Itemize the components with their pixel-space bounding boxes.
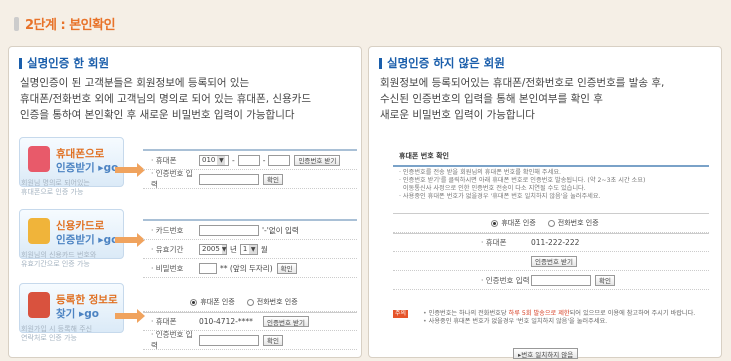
dropdown-arrow-icon: ▼ — [249, 244, 257, 254]
radio-empty-icon — [246, 298, 254, 306]
confirm-button[interactable]: 확인 — [263, 334, 283, 346]
unverified-member-panel: 실명인증 하지 않은 회원 회원정보에 등록되어있는 휴대폰/전화번호로 인증번… — [368, 46, 722, 359]
card-badge-note: 회원님의 신용카드 번호와 유효기간으로 인증 가능 — [21, 251, 97, 268]
request-code-button[interactable]: 인증번호 받기 — [294, 154, 341, 166]
phone-middle-input[interactable] — [237, 154, 260, 166]
phone-check-box: 휴대폰 번호 확인 · 인증번호를 전송 받을 회원님의 휴대폰 번호를 확인해… — [393, 149, 709, 290]
radio-phone-auth[interactable]: 휴대폰 인증 — [190, 297, 235, 307]
credit-card-icon — [28, 218, 50, 244]
card-number-input[interactable] — [199, 224, 259, 236]
arrow-icon — [115, 233, 145, 247]
warning-tag: 주의 — [393, 310, 409, 318]
arrow-icon — [115, 309, 145, 323]
auth-code-input[interactable] — [531, 274, 591, 286]
confirm-button[interactable]: 확인 — [595, 274, 615, 286]
carrier-select[interactable]: 010 ▼ — [199, 154, 229, 166]
request-code-button[interactable]: 인증번호 받기 — [531, 255, 577, 267]
panel-title: 실명인증 한 회원 — [19, 55, 109, 71]
request-code-button[interactable]: 인증번호 받기 — [263, 316, 309, 327]
phone-last-input[interactable] — [268, 154, 291, 166]
number-mismatch-button[interactable]: ▸번호 일치하지 않음 — [513, 348, 579, 359]
step-title: 2단계 : 본인확인 — [25, 18, 116, 33]
dropdown-arrow-icon: ▼ — [221, 244, 227, 254]
box-title: 휴대폰 번호 확인 — [399, 152, 449, 160]
radio-selected-icon — [491, 219, 499, 227]
arrow-icon — [115, 163, 145, 177]
card-password-input[interactable] — [199, 262, 217, 274]
warning-notice: 주의 인증번호는 하나의 전화번호당 하루 5회 발송으로 제한되어 있으므로 … — [393, 310, 695, 326]
phone-badge-note: 회원님 명의로 되어있는 휴대폰으로 인증 가능 — [21, 179, 90, 196]
registered-phone-value: 010-4712-**** — [199, 317, 253, 326]
radio-tel-auth[interactable]: 전화번호 인증 — [547, 218, 599, 228]
panel-title: 실명인증 하지 않은 회원 — [379, 55, 505, 71]
step-marker-icon — [14, 16, 19, 31]
panel-description: 실명인증이 된 고객분들은 회원정보에 등록되어 있는 휴대폰/전화번호 외에 … — [20, 77, 312, 121]
expiry-month-select[interactable]: 1 ▼ — [239, 243, 258, 255]
confirm-button[interactable]: 확인 — [276, 262, 297, 274]
radio-phone-auth[interactable]: 휴대폰 인증 — [491, 218, 536, 228]
card-auth-form: · 카드번호 '-'없이 입력 · 유효기간 2005 ▼ 년 1 ▼ 월 · 비밀… — [143, 219, 357, 278]
dropdown-arrow-icon: ▼ — [217, 155, 226, 165]
step-header: 2단계 : 본인확인 — [14, 14, 116, 33]
registered-badge-note: 회원가입 시 등록해 주신 연락처로 인증 가능 — [21, 325, 93, 342]
auth-code-input[interactable] — [199, 173, 259, 185]
registered-auth-form: 휴대폰 인증 전화번호 인증 · 휴대폰 010-4712-**** 인증번호 … — [143, 293, 357, 350]
notice-text: · 인증번호를 전송 받을 회원님의 휴대폰 번호를 확인해 주세요. · 인증… — [399, 169, 646, 200]
verified-member-panel: 실명인증 한 회원 실명인증이 된 고객분들은 회원정보에 등록되어 있는 휴대… — [8, 46, 362, 358]
mobile-phone-icon — [28, 146, 50, 172]
auth-code-input[interactable] — [199, 334, 259, 346]
radio-tel-auth[interactable]: 전화번호 인증 — [246, 297, 298, 307]
phone-auth-form: · 휴대폰 010 ▼ - - 인증번호 받기 · 인증번호 입력 확인 — [143, 149, 357, 189]
expiry-year-select[interactable]: 2005 ▼ — [199, 243, 227, 255]
registered-phone-value: 011-222-222 — [531, 238, 580, 247]
book-icon — [28, 292, 50, 318]
confirm-button[interactable]: 확인 — [263, 173, 283, 185]
radio-selected-icon — [190, 298, 198, 306]
radio-empty-icon — [547, 219, 555, 227]
panel-description: 회원정보에 등록되어있는 휴대폰/전화번호로 인증번호를 발송 후, 수신된 인… — [380, 77, 665, 121]
